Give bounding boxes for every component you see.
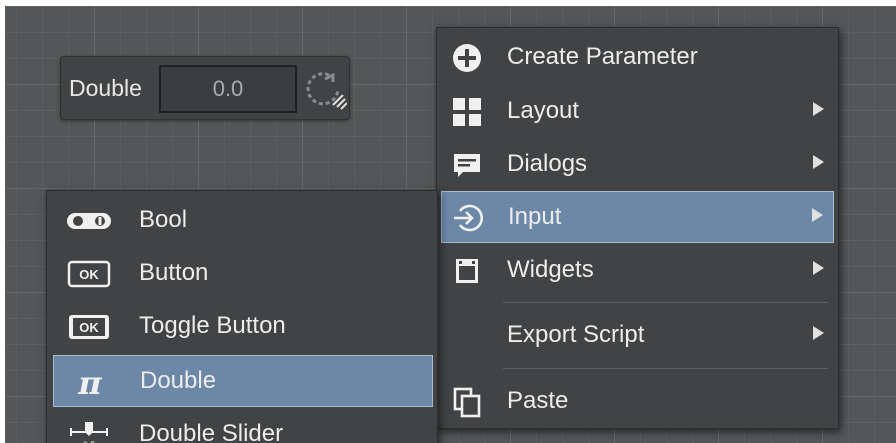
plus-circle-icon <box>451 42 483 74</box>
ok-button-icon: OK <box>65 259 113 289</box>
grid-icon <box>451 96 483 128</box>
menu-item-label: Create Parameter <box>507 43 698 70</box>
menu-item-create-parameter[interactable]: Create Parameter <box>441 32 834 84</box>
menu-item-label: Paste <box>507 387 569 414</box>
menu-item-label: Export Script <box>507 321 645 348</box>
screen-edge-top <box>0 0 896 6</box>
menu-item-widgets[interactable]: Widgets <box>441 245 834 297</box>
submenu-arrow-icon <box>813 326 824 340</box>
submenu-item-label: Button <box>139 259 209 286</box>
parameter-value-field[interactable]: 0.0 <box>159 65 297 113</box>
menu-item-dialogs[interactable]: Dialogs <box>441 139 834 191</box>
submenu-arrow-icon <box>813 102 824 116</box>
menu-item-label: Input <box>508 203 562 230</box>
menu-item-input[interactable]: Input <box>441 191 834 243</box>
submenu-item-double-slider[interactable]: 0.5 Double Slider <box>53 409 433 443</box>
ok-icon-text: OK <box>79 267 99 282</box>
submenu-item-button[interactable]: OK Button <box>53 248 433 300</box>
submenu-arrow-icon <box>813 261 824 275</box>
menu-separator <box>503 368 828 369</box>
submenu-item-label: Double <box>140 367 217 394</box>
ok-toggle-icon: OK <box>65 312 113 342</box>
submenu-arrow-icon <box>813 155 824 169</box>
submenu-arrow-icon <box>812 208 823 222</box>
toggle-icon <box>65 206 113 236</box>
slider-icon: 0.5 <box>65 420 113 443</box>
submenu-item-toggle-button[interactable]: OK Toggle Button <box>53 301 433 353</box>
rotate-icon[interactable] <box>303 65 348 113</box>
paste-icon <box>451 386 483 418</box>
submenu-item-double[interactable]: π Double <box>53 355 433 407</box>
menu-item-export-script[interactable]: Export Script <box>441 310 834 362</box>
menu-item-label: Widgets <box>507 256 594 283</box>
menu-separator <box>503 302 828 303</box>
submenu-item-label: Toggle Button <box>139 312 286 339</box>
widget-icon <box>451 255 483 287</box>
context-menu: Create Parameter Layout Dialogs Input Wi… <box>436 27 839 429</box>
menu-item-label: Layout <box>507 97 580 124</box>
menu-item-paste[interactable]: Paste <box>441 376 834 428</box>
submenu-item-label: Double Slider <box>139 420 284 443</box>
pi-icon-text: π <box>77 367 102 397</box>
input-icon <box>452 202 484 234</box>
screen-edge-left <box>0 0 5 443</box>
menu-item-label: Dialogs <box>507 150 588 177</box>
pi-icon: π <box>66 364 114 402</box>
submenu-item-label: Bool <box>139 206 188 233</box>
submenu-item-bool[interactable]: Bool <box>53 195 433 247</box>
input-submenu: Bool OK Button OK Toggle Button π Double <box>46 190 438 443</box>
parameter-label: Double <box>69 75 142 101</box>
menu-item-layout[interactable]: Layout <box>441 86 834 138</box>
ok-icon-text: OK <box>79 320 99 335</box>
dialog-icon <box>451 149 483 181</box>
double-parameter-widget[interactable]: Double 0.0 <box>60 56 350 120</box>
